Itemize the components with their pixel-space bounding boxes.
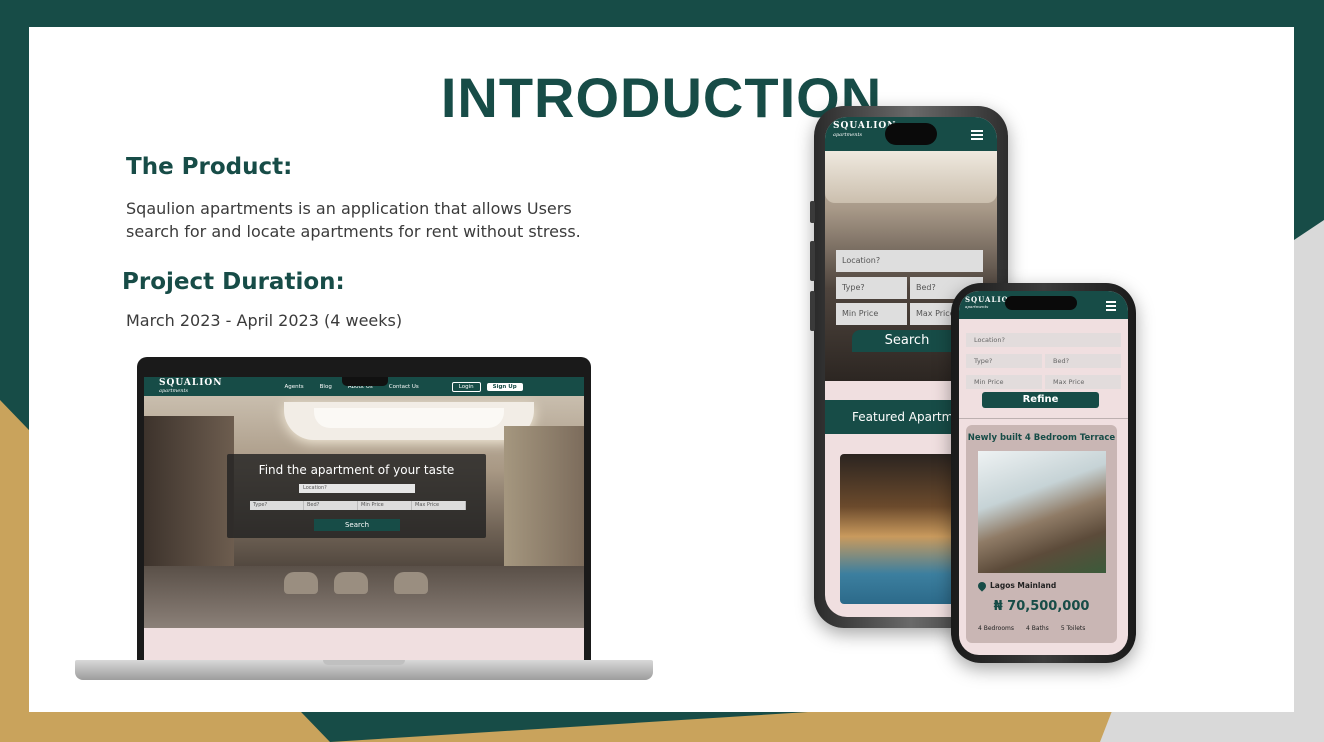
sofa-shape xyxy=(334,572,368,594)
phone-side-button xyxy=(810,291,815,331)
listing-location-text: Lagos Mainland xyxy=(990,581,1057,590)
bed-select[interactable]: Bed? xyxy=(304,501,358,510)
phone-back-min-price-select[interactable]: Min Price xyxy=(836,303,907,325)
product-description-line2: search for and locate apartments for ren… xyxy=(126,222,581,241)
phone-back-location-input[interactable]: Location? xyxy=(836,250,983,272)
duration-heading: Project Duration: xyxy=(122,269,345,295)
phone-front-location-input[interactable]: Location? xyxy=(966,333,1121,347)
listing-image xyxy=(978,451,1106,573)
phone-front-type-select[interactable]: Type? xyxy=(966,354,1042,368)
nav-link-blog[interactable]: Blog xyxy=(320,384,332,390)
featured-apartment-image[interactable] xyxy=(840,454,960,604)
signup-button[interactable]: Sign Up xyxy=(486,382,523,391)
hamburger-menu-icon[interactable] xyxy=(971,130,983,142)
phone-front-max-price-select[interactable]: Max Price xyxy=(1045,375,1121,389)
refine-button[interactable]: Refine xyxy=(982,392,1099,408)
filter-row: Type? Bed? Min Price Max Price xyxy=(250,501,466,510)
phone-side-button xyxy=(810,241,815,281)
listing-toilets: 5 Toilets xyxy=(1060,625,1086,632)
laptop-mockup: SQUALION apartments Agents Blog About Us… xyxy=(75,357,653,683)
phone-side-button xyxy=(810,201,815,223)
divider xyxy=(959,418,1128,419)
laptop-lid: SQUALION apartments Agents Blog About Us… xyxy=(137,357,591,663)
login-button[interactable]: Login xyxy=(451,381,481,392)
dynamic-island xyxy=(1005,296,1077,310)
product-description: Sqaulion apartments is an application th… xyxy=(126,197,581,243)
phone-front-screen: SQUALION apartments Location? Type? Bed?… xyxy=(959,291,1128,655)
min-price-select[interactable]: Min Price xyxy=(358,501,412,510)
location-pin-icon xyxy=(976,579,988,592)
laptop-search-button[interactable]: Search xyxy=(314,519,400,531)
listing-price: ₦ 70,500,000 xyxy=(993,599,1090,614)
slide-title: INTRODUCTION xyxy=(440,66,883,129)
product-description-line1: Sqaulion apartments is an application th… xyxy=(126,199,572,218)
hero-title: Find the apartment of your taste xyxy=(258,463,455,477)
dynamic-island xyxy=(885,123,937,145)
ceiling-decoration xyxy=(825,151,997,203)
listing-card[interactable]: Newly built 4 Bedroom Terrace Lagos Main… xyxy=(966,425,1117,643)
phone-back-type-select[interactable]: Type? xyxy=(836,277,907,299)
laptop-screen: SQUALION apartments Agents Blog About Us… xyxy=(144,377,584,663)
laptop-logo[interactable]: SQUALION apartments xyxy=(159,378,223,395)
max-price-select[interactable]: Max Price xyxy=(412,501,466,510)
phone-front-min-price-select[interactable]: Min Price xyxy=(966,375,1042,389)
nav-link-agents[interactable]: Agents xyxy=(285,384,304,390)
ceiling-decoration xyxy=(284,402,534,440)
phone-front-bed-select[interactable]: Bed? xyxy=(1045,354,1121,368)
duration-text: March 2023 - April 2023 (4 weeks) xyxy=(126,311,403,330)
laptop-camera-notch xyxy=(342,377,388,386)
laptop-base-notch xyxy=(323,660,405,665)
location-input[interactable]: Location? xyxy=(299,484,415,493)
phone-back-search-button[interactable]: Search xyxy=(852,330,962,352)
listing-title: Newly built 4 Bedroom Terrace xyxy=(967,433,1116,443)
laptop-logo-sub: apartments xyxy=(159,387,189,394)
nav-link-contact[interactable]: Contact Us xyxy=(389,384,419,390)
listing-specs: 4 Bedrooms 4 Baths 5 Toilets xyxy=(978,625,1085,632)
listing-location: Lagos Mainland xyxy=(976,579,1057,592)
type-select[interactable]: Type? xyxy=(250,501,304,510)
listing-bedrooms: 4 Bedrooms xyxy=(978,625,1014,632)
phone-mockup-front: SQUALION apartments Location? Type? Bed?… xyxy=(951,283,1136,663)
hamburger-menu-icon[interactable] xyxy=(1106,301,1116,313)
listing-baths: 4 Baths xyxy=(1026,625,1049,632)
sofa-shape xyxy=(284,572,318,594)
laptop-search-panel: Find the apartment of your taste Locatio… xyxy=(227,454,486,538)
sofa-shape xyxy=(394,572,428,594)
product-heading: The Product: xyxy=(126,154,293,180)
